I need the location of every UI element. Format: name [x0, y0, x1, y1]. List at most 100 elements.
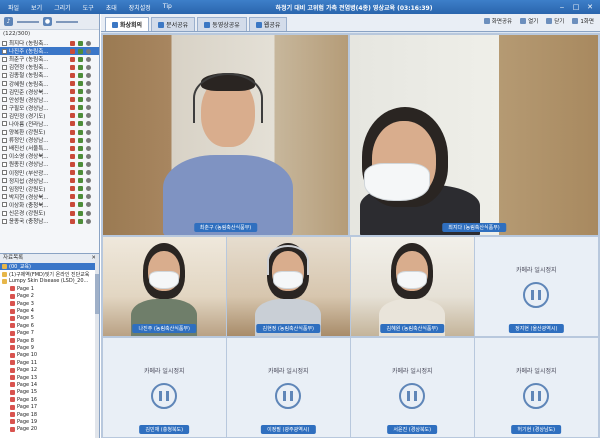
material-item[interactable]: Page 16 [0, 396, 99, 403]
menu-item[interactable]: 그리기 [54, 3, 71, 12]
user-row[interactable]: 최지다 (농림축... [0, 39, 99, 47]
user-checkbox[interactable] [2, 105, 7, 111]
tab-web-share[interactable]: 웹공유 [248, 17, 288, 31]
user-row[interactable]: 김민준 (경상북... [0, 88, 99, 96]
user-checkbox[interactable] [2, 89, 7, 95]
user-row[interactable]: 임정민 (강원도) [0, 185, 99, 193]
video-tile[interactable]: 카메라 일시정지 서윤진 (경상북도) [351, 338, 474, 437]
speaker-volume-slider[interactable] [17, 20, 39, 23]
close-button[interactable]: 닫기 [546, 17, 564, 25]
material-item[interactable]: Page 6 [0, 322, 99, 329]
user-checkbox[interactable] [2, 113, 7, 119]
video-tile[interactable]: 나진주 (농림축산식품부) [103, 237, 226, 336]
user-checkbox[interactable] [2, 178, 7, 184]
user-checkbox[interactable] [2, 194, 7, 200]
video-tile[interactable]: 카메라 일시정지 정지현 (울산광역시) [475, 237, 598, 336]
user-row[interactable]: 최춘구 (농림축... [0, 55, 99, 63]
material-item[interactable]: Page 11 [0, 359, 99, 366]
material-item[interactable]: Page 13 [0, 374, 99, 381]
minimize-icon[interactable]: ‒ [558, 3, 566, 11]
user-checkbox[interactable] [2, 48, 7, 54]
user-checkbox[interactable] [2, 64, 7, 70]
user-row[interactable]: 양복환 (강원도) [0, 128, 99, 136]
user-row[interactable]: 나아름 (전라남... [0, 120, 99, 128]
video-tile[interactable]: 카메라 일시정지 이정필 (광주광역시) [227, 338, 350, 437]
user-checkbox[interactable] [2, 218, 7, 224]
user-checkbox[interactable] [2, 137, 7, 143]
material-item[interactable]: Page 19 [0, 418, 99, 425]
video-tile[interactable]: 김현정 (농림축산식품부) [227, 237, 350, 336]
user-row[interactable]: 배진선 (서울특... [0, 144, 99, 152]
maximize-icon[interactable]: □ [572, 3, 580, 11]
scroll-thumb[interactable] [95, 274, 99, 314]
user-checkbox[interactable] [2, 72, 7, 78]
close-icon[interactable]: ✕ [586, 3, 594, 11]
tab-video-share[interactable]: 동영상공유 [197, 17, 247, 31]
video-tile[interactable]: 카메라 일시정지 김민재 (충청북도) [103, 338, 226, 437]
menu-item[interactable]: 초대 [106, 3, 117, 12]
user-checkbox[interactable] [2, 56, 7, 62]
user-row[interactable]: 구필모 (경상남... [0, 104, 99, 112]
user-row[interactable]: 박지현 (경상북... [0, 193, 99, 201]
menu-item[interactable]: 도구 [83, 3, 94, 12]
user-row[interactable]: 이정민 (부산광... [0, 169, 99, 177]
material-item[interactable]: Page 20 [0, 426, 99, 433]
material-item[interactable]: Page 10 [0, 352, 99, 359]
user-checkbox[interactable] [2, 97, 7, 103]
screen-share-button[interactable]: 화면공유 [483, 17, 512, 25]
user-checkbox[interactable] [2, 170, 7, 176]
user-row[interactable]: 김종철 (농림축... [0, 71, 99, 79]
user-row[interactable]: 이소영 (경상북... [0, 152, 99, 160]
material-item[interactable]: Page 5 [0, 315, 99, 322]
material-item[interactable]: Page 15 [0, 389, 99, 396]
mic-icon[interactable]: ● [43, 17, 52, 26]
tab-document-share[interactable]: 문서공유 [151, 17, 196, 31]
material-item[interactable]: Page 14 [0, 381, 99, 388]
material-item[interactable]: Page 8 [0, 337, 99, 344]
open-button[interactable]: 열기 [520, 17, 538, 25]
menu-item[interactable]: Tip [163, 3, 172, 12]
mic-volume-slider[interactable] [56, 20, 78, 23]
materials-scrollbar[interactable] [95, 254, 99, 438]
menu-item[interactable]: 보기 [31, 3, 42, 12]
video-main-speaker[interactable]: 최춘구 (농림축산식품부) [103, 35, 348, 235]
user-row[interactable]: 류정인 (경상남... [0, 136, 99, 144]
material-item[interactable]: Page 12 [0, 366, 99, 373]
user-checkbox[interactable] [2, 129, 7, 135]
user-checkbox[interactable] [2, 161, 7, 167]
video-tile[interactable]: 카메라 일시정지 허기현 (경상남도) [475, 338, 598, 437]
material-item[interactable]: Page 9 [0, 344, 99, 351]
user-row[interactable]: 정지섭 (경상남... [0, 177, 99, 185]
material-item[interactable]: Page 18 [0, 411, 99, 418]
speaker-icon[interactable]: ♪ [4, 17, 13, 26]
user-row[interactable]: 나진주 (농림축... [0, 47, 99, 56]
material-item[interactable]: Page 4 [0, 307, 99, 314]
layout-button[interactable]: 1화면 [572, 17, 594, 25]
material-item[interactable]: Page 17 [0, 403, 99, 410]
tab-video-conference[interactable]: 화상회의 [105, 17, 150, 31]
user-row[interactable]: 이상화 (충청북... [0, 201, 99, 209]
user-checkbox[interactable] [2, 210, 7, 216]
user-row[interactable]: 김민정 (경기도) [0, 112, 99, 120]
user-row[interactable]: 김현정 (농림축... [0, 63, 99, 71]
material-item[interactable]: Lumpy Skin Disease (LSD)_20... [0, 278, 99, 285]
menu-item[interactable]: 파일 [8, 3, 19, 12]
user-row[interactable]: 원종진 (경상남... [0, 160, 99, 168]
material-item[interactable]: Page 2 [0, 293, 99, 300]
user-row[interactable]: 강혜원 (농림축... [0, 79, 99, 88]
user-checkbox[interactable] [2, 145, 7, 151]
video-second-speaker[interactable]: 최지다 (농림축산식품부) [350, 35, 598, 235]
user-checkbox[interactable] [2, 81, 7, 87]
user-row[interactable]: 윤종국 (충청남... [0, 217, 99, 225]
material-item[interactable]: (1)구제역(FMD)및기 온라인 진단교육 [0, 270, 99, 278]
user-row[interactable]: 안성원 (경상남... [0, 96, 99, 104]
material-item[interactable]: (00_교육) [0, 263, 99, 271]
user-checkbox[interactable] [2, 202, 7, 208]
video-tile[interactable]: 김혜원 (농림축산식품부) [351, 237, 474, 336]
menu-item[interactable]: 장치설정 [129, 3, 151, 12]
user-checkbox[interactable] [2, 153, 7, 159]
user-checkbox[interactable] [2, 40, 7, 46]
user-checkbox[interactable] [2, 121, 7, 127]
material-item[interactable]: Page 1 [0, 285, 99, 292]
material-item[interactable]: Page 7 [0, 330, 99, 337]
